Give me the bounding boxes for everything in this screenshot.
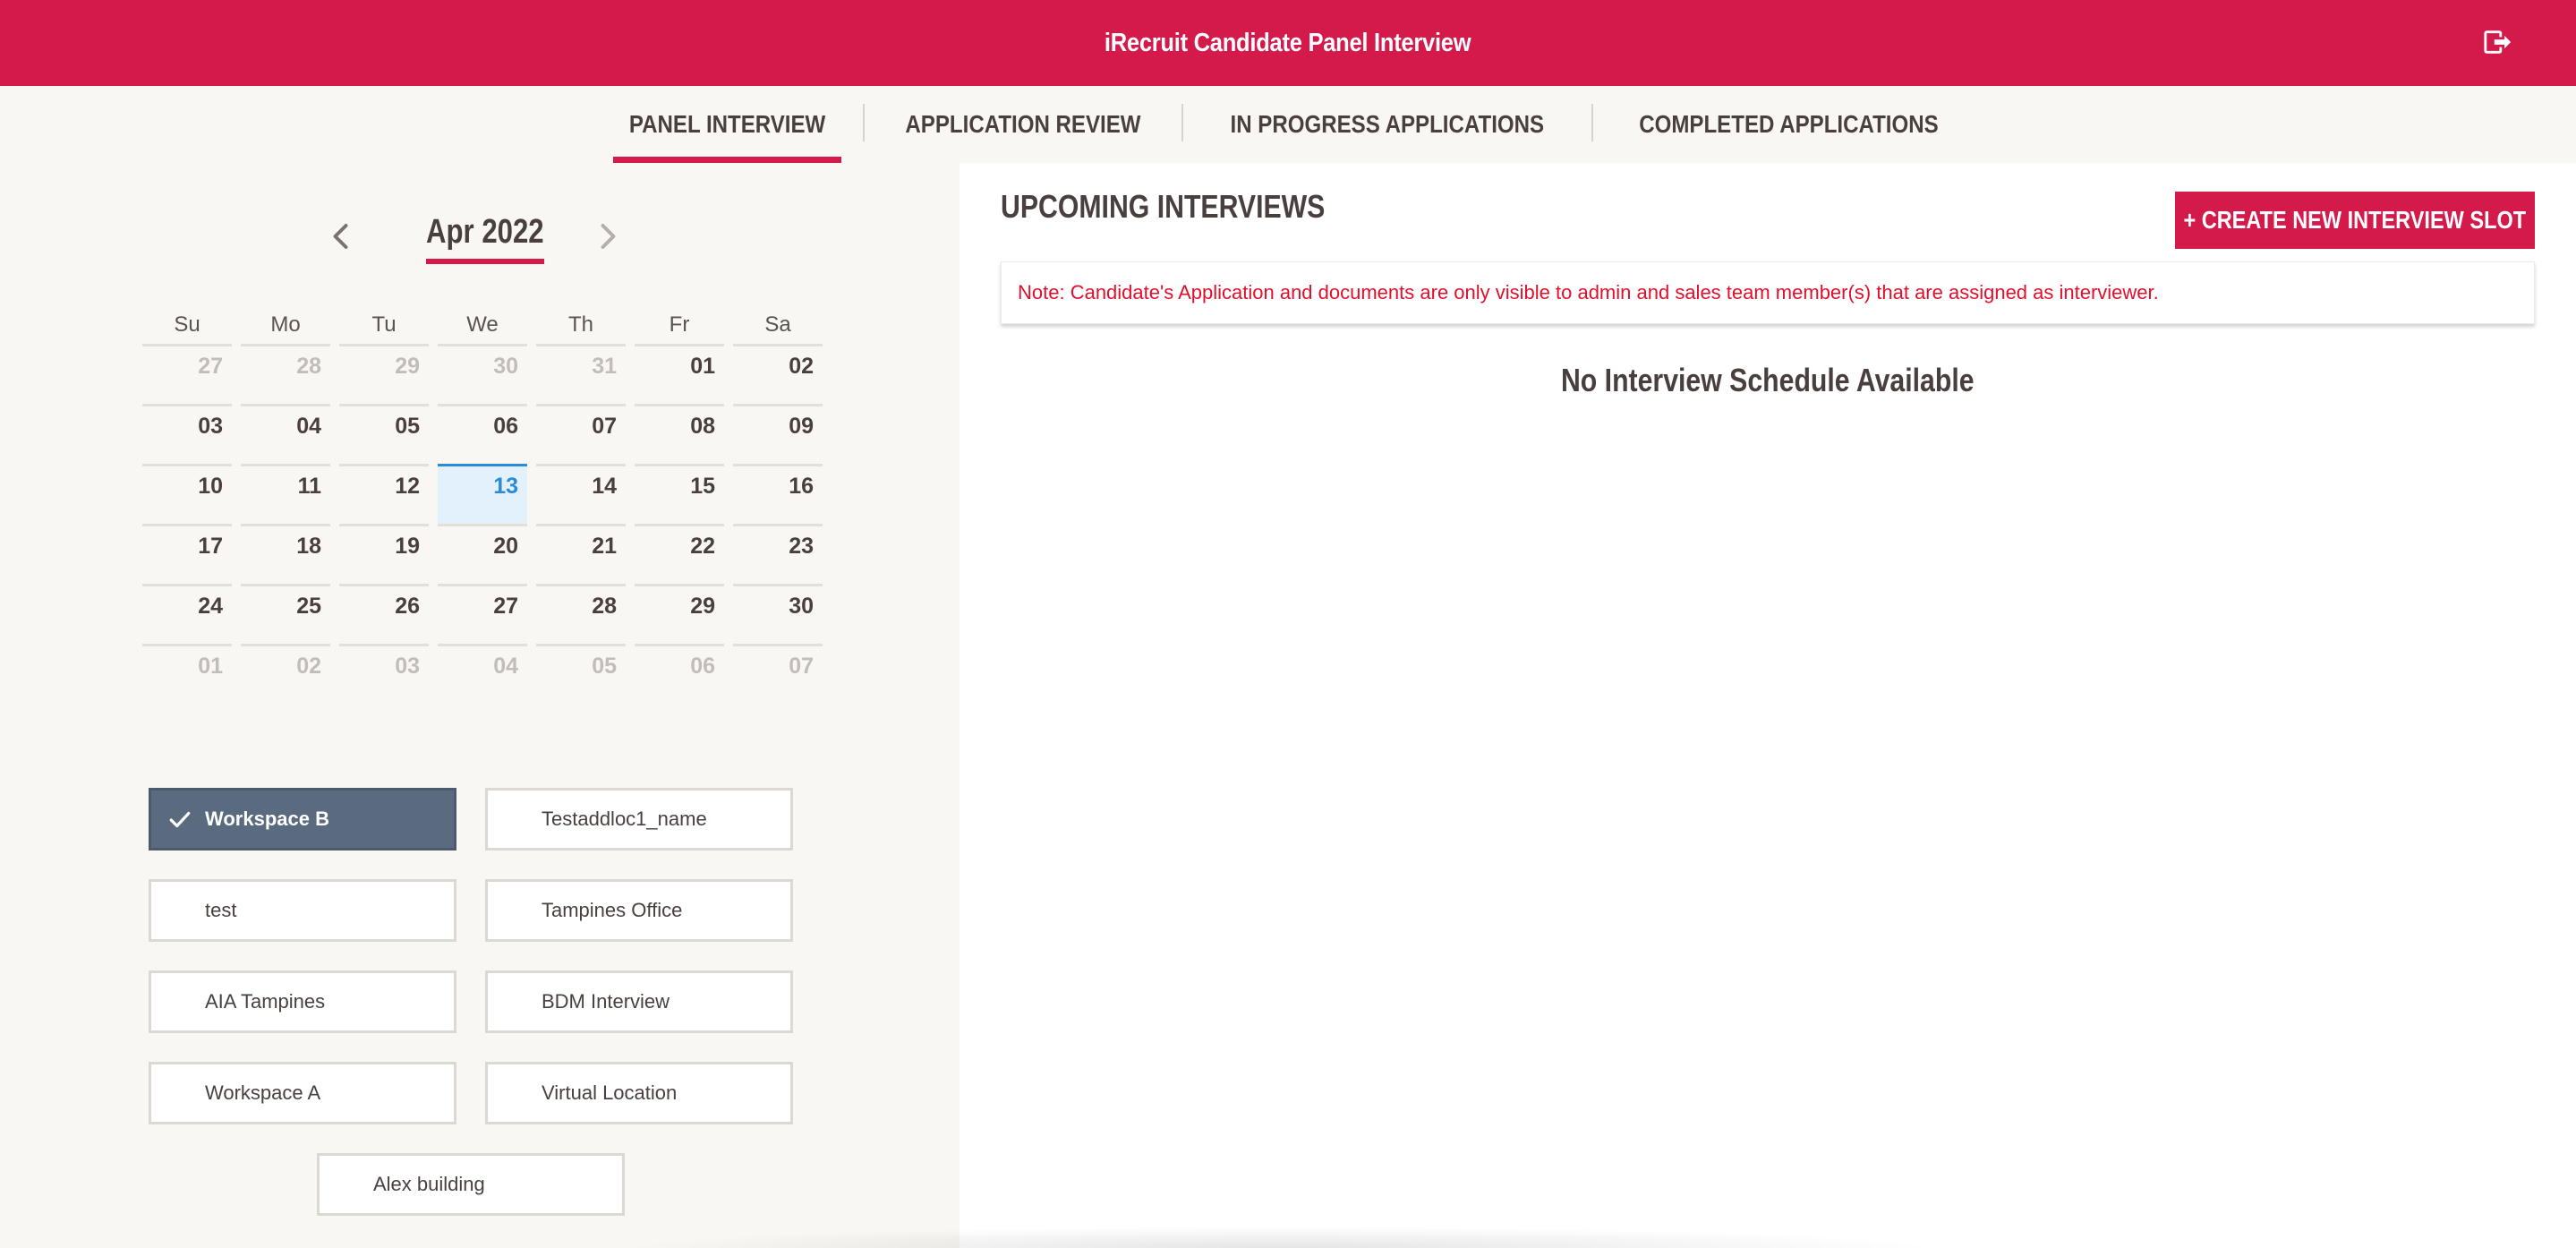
calendar-day[interactable]: 01	[635, 344, 724, 404]
calendar-day[interactable]: 04	[241, 404, 330, 464]
check-icon	[169, 811, 191, 828]
calendar-day[interactable]: 25	[241, 584, 330, 644]
calendar-day[interactable]: 20	[438, 524, 527, 584]
location-label: Tampines Office	[542, 899, 683, 921]
logout-icon[interactable]	[2483, 27, 2513, 57]
calendar-day[interactable]: 29	[635, 584, 724, 644]
chevron-right-icon[interactable]	[591, 220, 623, 252]
calendar-week: 01 02 03 04 05 06 07	[138, 644, 827, 704]
upcoming-interviews-title: UPCOMING INTERVIEWS	[1001, 188, 1326, 225]
visibility-note: Note: Candidate's Application and docume…	[1001, 261, 2535, 324]
upcoming-interviews-panel: UPCOMING INTERVIEWS + CREATE NEW INTERVI…	[960, 163, 2576, 1248]
calendar-day[interactable]: 11	[241, 464, 330, 524]
calendar-day[interactable]: 17	[142, 524, 232, 584]
calendar-day[interactable]: 05	[339, 404, 429, 464]
calendar-day[interactable]: 24	[142, 584, 232, 644]
calendar-day[interactable]: 07	[733, 644, 823, 704]
calendar-day[interactable]: 07	[536, 404, 626, 464]
location-button[interactable]: Testaddloc1_name	[485, 788, 793, 851]
calendar-day[interactable]: 08	[635, 404, 724, 464]
location-label: test	[205, 899, 237, 921]
calendar-day[interactable]: 09	[733, 404, 823, 464]
create-interview-slot-button[interactable]: + CREATE NEW INTERVIEW SLOT	[2175, 192, 2535, 249]
calendar-week: 10 11 12 13 14 15 16	[138, 464, 827, 524]
calendar-day[interactable]: 18	[241, 524, 330, 584]
calendar-day[interactable]: 23	[733, 524, 823, 584]
month-label[interactable]: Apr 2022	[426, 213, 544, 264]
location-button[interactable]: AIA Tampines	[149, 970, 456, 1033]
weekday-label: Tu	[371, 312, 397, 337]
location-button[interactable]: BDM Interview	[485, 970, 793, 1033]
calendar-day[interactable]: 28	[241, 344, 330, 404]
calendar-day[interactable]: 02	[241, 644, 330, 704]
location-label: Alex building	[373, 1173, 485, 1195]
calendar-week: 03 04 05 06 07 08 09	[138, 404, 827, 464]
footer-shadow	[618, 1227, 1942, 1248]
calendar-day[interactable]: 31	[536, 344, 626, 404]
month-navigator: Apr 2022	[322, 213, 627, 285]
tab-in-progress-applications[interactable]: IN PROGRESS APPLICATIONS	[1183, 86, 1591, 163]
location-button[interactable]: Virtual Location	[485, 1062, 793, 1124]
location-button[interactable]: Workspace B	[149, 788, 456, 851]
tab-application-review[interactable]: APPLICATION REVIEW	[865, 86, 1181, 163]
tab-completed-applications[interactable]: COMPLETED APPLICATIONS	[1593, 86, 1984, 163]
location-label: AIA Tampines	[205, 990, 326, 1013]
weekday-label: Su	[174, 312, 200, 337]
app-title: iRecruit Candidate Panel Interview	[1105, 28, 1471, 57]
calendar-week: 24 25 26 27 28 29 30	[138, 584, 827, 644]
weekday-label: We	[466, 312, 499, 337]
weekday-label: Sa	[764, 312, 791, 337]
calendar-day[interactable]: 06	[438, 404, 527, 464]
weekday-label: Th	[567, 312, 593, 337]
calendar-day[interactable]: 27	[142, 344, 232, 404]
chevron-left-icon[interactable]	[326, 220, 358, 252]
calendar-day[interactable]: 29	[339, 344, 429, 404]
calendar-week: 27 28 29 30 31 01 02	[138, 344, 827, 404]
weekday-label: Fr	[669, 312, 690, 337]
location-button[interactable]: Tampines Office	[485, 879, 793, 942]
location-label: Workspace A	[205, 1081, 321, 1104]
calendar-day[interactable]: 19	[339, 524, 429, 584]
location-label: Workspace B	[205, 808, 329, 830]
location-button[interactable]: test	[149, 879, 456, 942]
calendar-day[interactable]: 04	[438, 644, 527, 704]
left-panel: Apr 2022 Su Mo Tu We Th Fr Sa 27 28 29 30 31 01 02 03…	[0, 163, 960, 1248]
calendar-day[interactable]: 26	[339, 584, 429, 644]
main-tabs: PANEL INTERVIEW APPLICATION REVIEW IN PR…	[0, 86, 2576, 163]
calendar-day[interactable]: 27	[438, 584, 527, 644]
empty-schedule-message: No Interview Schedule Available	[1561, 362, 1975, 398]
calendar-day-today[interactable]: 13	[438, 464, 527, 524]
calendar-day[interactable]: 12	[339, 464, 429, 524]
calendar-day[interactable]: 22	[635, 524, 724, 584]
calendar-day[interactable]: 15	[635, 464, 724, 524]
calendar-day[interactable]: 06	[635, 644, 724, 704]
calendar-day[interactable]: 02	[733, 344, 823, 404]
tab-panel-interview[interactable]: PANEL INTERVIEW	[592, 86, 863, 163]
calendar-day[interactable]: 03	[339, 644, 429, 704]
app-header: iRecruit Candidate Panel Interview	[0, 0, 2576, 86]
calendar-day[interactable]: 10	[142, 464, 232, 524]
location-button[interactable]: Workspace A	[149, 1062, 456, 1124]
calendar-day[interactable]: 03	[142, 404, 232, 464]
calendar-day[interactable]: 30	[438, 344, 527, 404]
weekday-label: Mo	[270, 312, 301, 337]
location-button[interactable]: Alex building	[317, 1153, 625, 1216]
location-label: BDM Interview	[542, 990, 670, 1013]
calendar-day[interactable]: 28	[536, 584, 626, 644]
calendar-day[interactable]: 14	[536, 464, 626, 524]
calendar-day[interactable]: 16	[733, 464, 823, 524]
weekday-header: Su Mo Tu We Th Fr Sa	[138, 306, 827, 344]
location-label: Virtual Location	[542, 1081, 678, 1104]
calendar-day[interactable]: 01	[142, 644, 232, 704]
calendar-day[interactable]: 30	[733, 584, 823, 644]
calendar-week: 17 18 19 20 21 22 23	[138, 524, 827, 584]
calendar-grid: Su Mo Tu We Th Fr Sa 27 28 29 30 31 01 02 03 04 05 06 07 0…	[138, 306, 827, 704]
calendar-day[interactable]: 05	[536, 644, 626, 704]
location-label: Testaddloc1_name	[542, 808, 707, 830]
calendar-day[interactable]: 21	[536, 524, 626, 584]
